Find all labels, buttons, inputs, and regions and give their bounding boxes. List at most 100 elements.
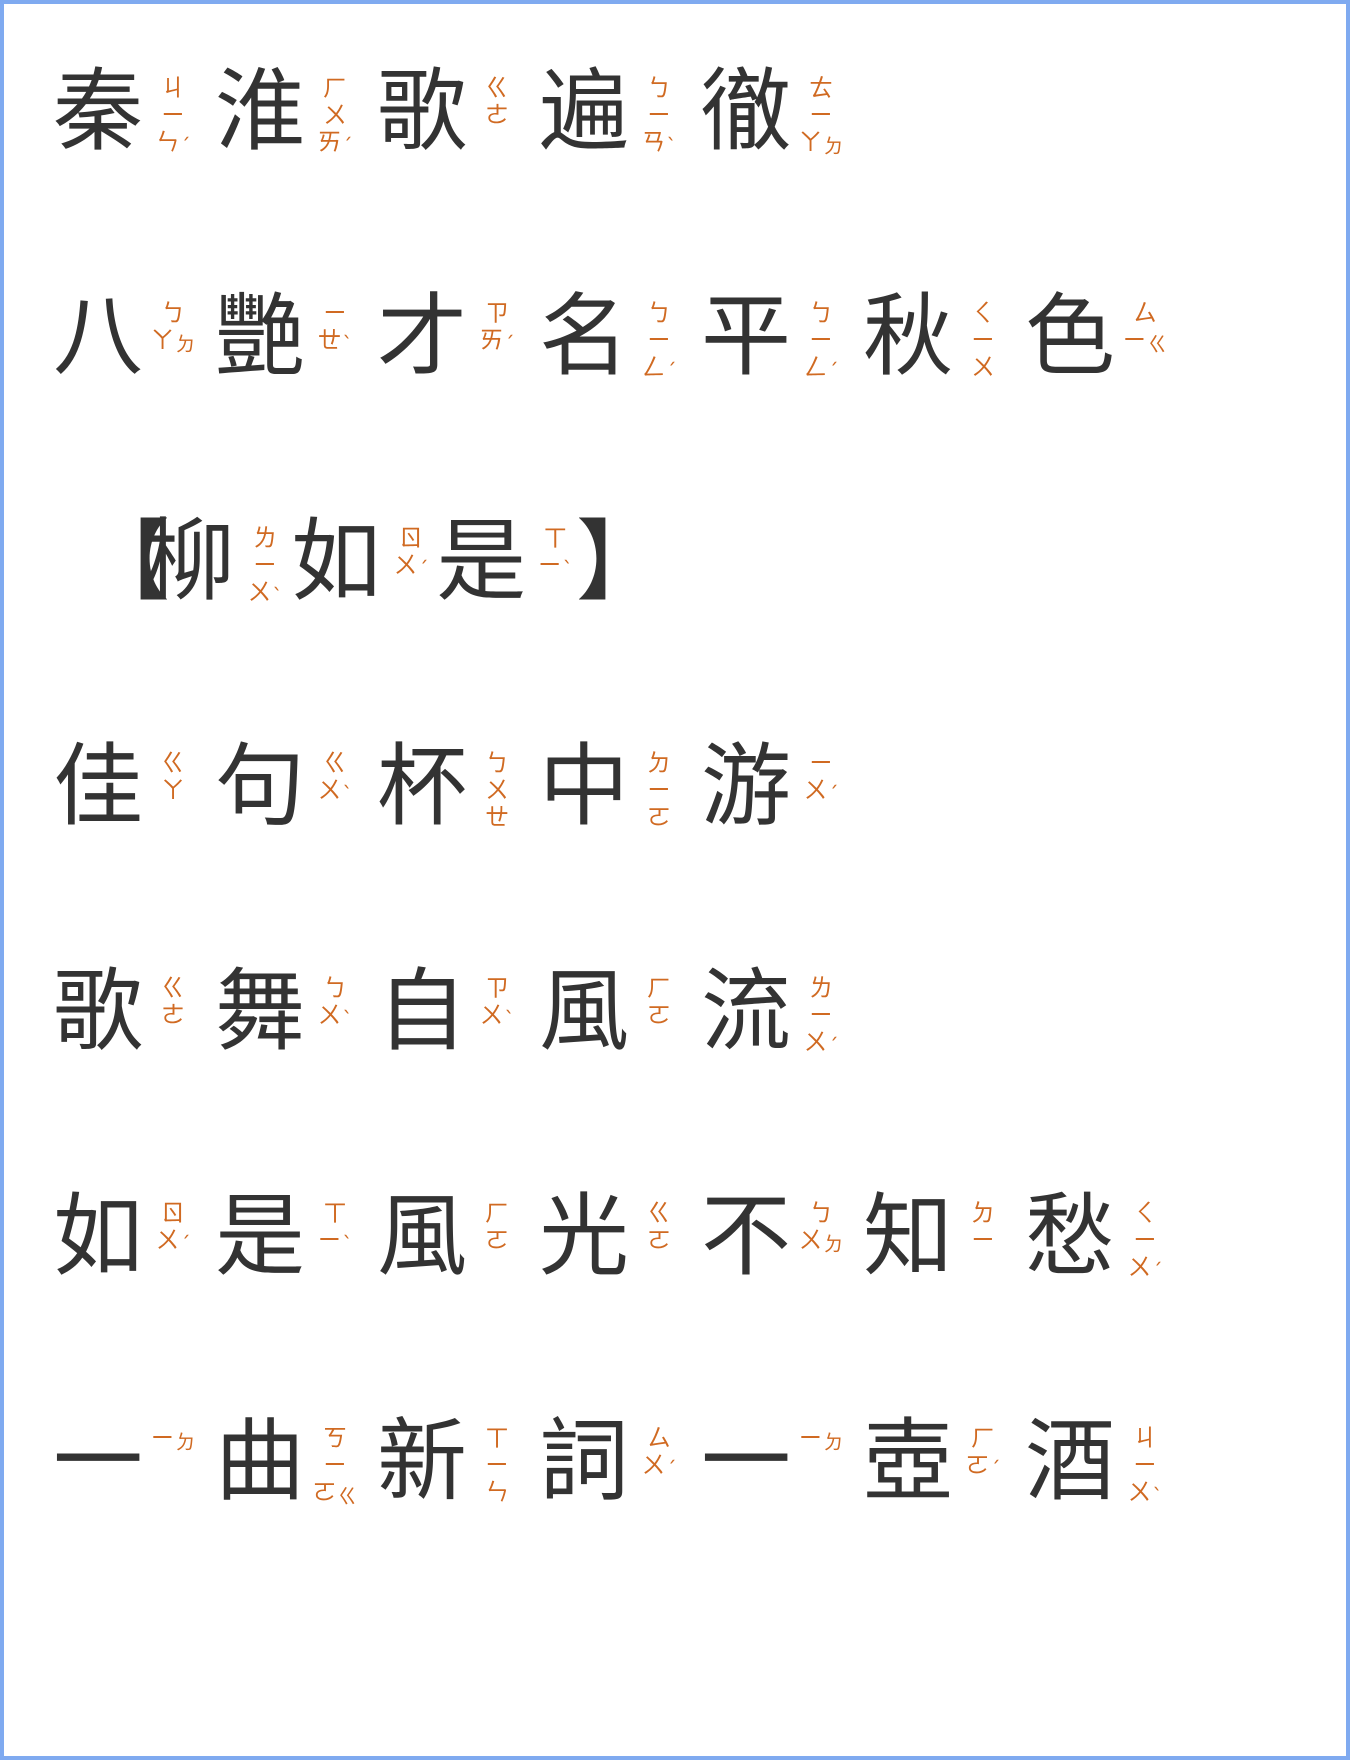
zhuyin-annotation: ㄍㄜ (152, 975, 194, 1029)
hanzi-character: 如 (291, 509, 381, 614)
zhuyin-annotation: ㄒㄧˋ (314, 1200, 356, 1255)
zhuyin-annotation: ㄧㄉ (799, 1425, 844, 1454)
zhuyin-symbol: ㄏ (647, 974, 671, 1002)
poem-line: 歌ㄍㄜ舞ㄅㄨˋ自ㄗㄨˋ風ㄏㄛ流ㄌㄧㄨˊ (48, 957, 858, 1067)
tone-mark: ㄉ (823, 1232, 844, 1256)
zhuyin-symbol: ㄧ (1133, 1451, 1157, 1479)
zhuyin-symbol: ㄣ (155, 128, 180, 156)
zhuyin-annotation: ㄉㄧㄛ (638, 750, 680, 831)
zhuyin-symbol: ㄨ (479, 1001, 504, 1029)
zhuyin-annotation: ㄐㄧㄣˊ (152, 75, 194, 157)
hanzi-character: 歌 (377, 59, 467, 164)
tone-mark: ˋ (1152, 1484, 1163, 1508)
ruby-unit: 一ㄧㄉ (696, 1407, 858, 1517)
ruby-unit: 游ㄧㄨˊ (696, 732, 858, 842)
zhuyin-symbol: ㄧ (809, 101, 833, 129)
zhuyin-symbol: ㄧ (150, 1424, 175, 1452)
zhuyin-symbol: ㄅ (809, 299, 833, 327)
zhuyin-annotation: ㄎㄧㄛㄍ (312, 1425, 358, 1507)
hanzi-character: 杯 (377, 734, 467, 839)
zhuyin-annotation: ㄧㄨˊ (800, 750, 842, 806)
zhuyin-symbol: ㄥ (803, 353, 828, 381)
zhuyin-annotation: ㄗㄨˋ (476, 974, 518, 1031)
tone-mark: ㄉ (823, 134, 844, 158)
poem-line: 一ㄧㄉ曲ㄎㄧㄛㄍ新ㄒㄧㄣ詞ㄙㄨˊ一ㄧㄉ壺ㄏㄛˊ酒ㄐㄧㄨˋ (48, 1407, 1182, 1517)
zhuyin-symbol: ㄧ (537, 551, 562, 579)
zhuyin-annotation: ㄏㄨㄞˊ (314, 74, 356, 158)
tone-mark: ˊ (828, 782, 839, 806)
zhuyin-symbol: ㄍ (323, 749, 347, 777)
zhuyin-symbol: ㄏ (323, 74, 347, 102)
zhuyin-annotation: ㄅㄨˋ (314, 974, 356, 1030)
ruby-unit: 是ㄒㄧˋ (210, 1182, 372, 1292)
ruby-unit: 句ㄍㄨˋ (210, 732, 372, 842)
zhuyin-annotation: ㄅㄧㄥˊ (638, 299, 680, 382)
ruby-unit: 杯ㄅㄨㄝ (372, 732, 534, 842)
tone-mark: ˊ (342, 134, 353, 158)
zhuyin-symbol: ㄛ (647, 803, 671, 831)
ruby-unit: 不ㄅㄨㄉ (696, 1182, 858, 1292)
zhuyin-symbol: ㄨ (155, 1226, 180, 1254)
hanzi-character: 秋 (863, 284, 953, 389)
ruby-unit: 曲ㄎㄧㄛㄍ (210, 1407, 372, 1517)
tone-mark: ˋ (504, 1007, 515, 1031)
zhuyin-symbol: ㄧ (323, 1451, 347, 1479)
hanzi-character: 中 (539, 734, 629, 839)
ruby-unit: 如ㄖㄨˊ (48, 1182, 210, 1292)
hanzi-character: 詞 (539, 1409, 629, 1514)
zhuyin-symbol: ㄙ (647, 1424, 671, 1452)
ruby-unit: 新ㄒㄧㄣ (372, 1407, 534, 1517)
hanzi-character: 徹 (701, 59, 791, 164)
hanzi-character: 舞 (215, 959, 305, 1064)
zhuyin-annotation: ㄙㄨˊ (638, 1424, 680, 1480)
zhuyin-symbol: ㄞ (317, 128, 342, 156)
poem-line: 秦ㄐㄧㄣˊ淮ㄏㄨㄞˊ歌ㄍㄜ遍ㄅㄧㄢˋ徹ㄊㄧㄚㄉ (48, 57, 858, 167)
zhuyin-annotation: ㄍㄛ (638, 1200, 680, 1254)
zhuyin-symbol: ㄅ (647, 299, 671, 327)
zhuyin-symbol: ㄅ (161, 299, 185, 327)
hanzi-character: 一 (701, 1409, 791, 1514)
ruby-unit: 徹ㄊㄧㄚㄉ (696, 57, 858, 167)
zhuyin-annotation: ㄑㄧㄨˊ (1124, 1200, 1166, 1282)
zhuyin-symbol: ㄅ (323, 974, 347, 1002)
tone-mark: ㄉ (823, 1430, 844, 1454)
zhuyin-symbol: ㄗ (485, 299, 509, 327)
zhuyin-symbol: ㄧ (1122, 326, 1147, 354)
zhuyin-symbol: ㄧ (161, 101, 185, 129)
tone-mark: ㄉ (175, 332, 196, 356)
ruby-unit: 歌ㄍㄜ (48, 957, 210, 1067)
zhuyin-symbol: ㄧ (253, 551, 277, 579)
ruby-unit: 才ㄗㄞˊ (372, 282, 534, 392)
tone-mark: ˊ (828, 1034, 839, 1058)
zhuyin-symbol: ㄧ (809, 1001, 833, 1029)
zhuyin-symbol: ㄛ (312, 1478, 337, 1506)
zhuyin-annotation: ㄏㄛ (638, 975, 680, 1029)
ruby-unit: 愁ㄑㄧㄨˊ (1020, 1182, 1182, 1292)
zhuyin-annotation: ㄌㄧㄨˋ (244, 525, 286, 607)
zhuyin-annotation: ㄖㄨˊ (152, 1200, 194, 1255)
poem-line: 八ㄅㄚㄉ艷ㄧㄝˋ才ㄗㄞˊ名ㄅㄧㄥˊ平ㄅㄧㄥˊ秋ㄑㄧㄨ色ㄙㄧㄍ (48, 282, 1182, 392)
zhuyin-annotation: ㄅㄨㄉ (799, 1200, 844, 1256)
ruby-unit: 風ㄏㄛ (372, 1182, 534, 1292)
zhuyin-symbol: ㄚ (798, 128, 823, 156)
zhuyin-symbol: ㄏ (971, 1424, 995, 1452)
zhuyin-symbol: ㄧ (1133, 1226, 1157, 1254)
zhuyin-symbol: ㄉ (647, 749, 671, 777)
zhuyin-symbol: ㄣ (485, 1478, 509, 1506)
zhuyin-annotation: ㄅㄧㄢˋ (638, 75, 680, 157)
hanzi-character: 風 (377, 1184, 467, 1289)
zhuyin-symbol: ㄧ (971, 1226, 995, 1254)
zhuyin-annotation: ㄐㄧㄨˋ (1124, 1425, 1166, 1508)
hanzi-character: 風 (539, 959, 629, 1064)
hanzi-character: 才 (377, 284, 467, 389)
hanzi-character: 自 (377, 959, 467, 1064)
zhuyin-symbol: ㄗ (485, 974, 509, 1002)
zhuyin-symbol: ㄨ (485, 776, 509, 804)
ruby-unit: 壺ㄏㄛˊ (858, 1407, 1020, 1517)
hanzi-character: 一 (53, 1409, 143, 1514)
zhuyin-symbol: ㄨ (1127, 1478, 1152, 1506)
hanzi-character: 八 (53, 284, 143, 389)
zhuyin-symbol: ㄉ (971, 1199, 995, 1227)
hanzi-character: 淮 (215, 59, 305, 164)
zhuyin-symbol: ㄜ (485, 101, 509, 129)
